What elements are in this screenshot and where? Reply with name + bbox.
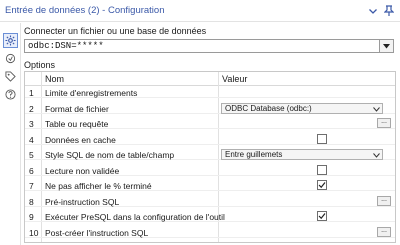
connection-input[interactable]: odbc:DSN=***** bbox=[24, 39, 380, 53]
chevron-down-icon[interactable] bbox=[366, 4, 380, 18]
options-grid: Nom Valeur 1 Limite d'enregistrements 2 For… bbox=[24, 71, 396, 243]
option-checkbox[interactable] bbox=[317, 164, 327, 175]
row-number: 1 bbox=[29, 88, 34, 98]
option-name: Exécuter PreSQL dans la configuration de… bbox=[45, 212, 225, 222]
option-dropdown-value: ODBC Database (odbc:) bbox=[225, 103, 312, 113]
option-name: Ne pas afficher le % terminé bbox=[45, 181, 152, 191]
dropdown-arrow-icon bbox=[383, 43, 390, 48]
table-row[interactable]: 5 Style SQL de nom de table/champ Entre gu… bbox=[25, 149, 395, 160]
option-dropdown-value: Entre guillemets bbox=[225, 150, 283, 159]
checkmark-icon bbox=[318, 182, 326, 189]
window-title: Entrée de données (2) - Configuration bbox=[5, 5, 165, 16]
connection-label: Connecter un fichier ou une base de donn… bbox=[24, 26, 207, 36]
option-name: Lecture non validée bbox=[45, 165, 120, 176]
row-number: 3 bbox=[29, 119, 34, 129]
gear-icon[interactable] bbox=[3, 33, 18, 48]
option-name: Post-créer l'instruction SQL bbox=[45, 227, 149, 238]
row-number: 10 bbox=[29, 227, 39, 238]
table-row[interactable]: 9 Exécuter PreSQL dans la configuration d… bbox=[25, 211, 395, 222]
config-sidebar bbox=[0, 23, 21, 245]
grid-header: Nom Valeur bbox=[25, 72, 395, 86]
option-name: Limite d'enregistrements bbox=[45, 88, 138, 98]
option-name: Pré-instruction SQL bbox=[45, 196, 120, 207]
checkmark-icon bbox=[318, 213, 326, 220]
table-row[interactable]: 4 Données en cache bbox=[25, 133, 395, 145]
option-dropdown[interactable]: ODBC Database (odbc:) bbox=[221, 102, 383, 114]
option-name: Données en cache bbox=[45, 134, 116, 145]
browse-button[interactable]: ... bbox=[377, 195, 391, 206]
row-number: 9 bbox=[29, 212, 34, 222]
option-name: Style SQL de nom de table/champ bbox=[45, 150, 175, 160]
table-row[interactable]: 1 Limite d'enregistrements bbox=[25, 87, 395, 98]
table-row[interactable]: 7 Ne pas afficher le % terminé bbox=[25, 180, 395, 191]
option-checkbox[interactable] bbox=[317, 133, 327, 144]
config-panel: Connecter un fichier ou une base de donn… bbox=[22, 23, 400, 245]
option-checkbox[interactable] bbox=[317, 211, 327, 221]
option-checkbox[interactable] bbox=[317, 180, 327, 190]
option-name: Format de fichier bbox=[45, 103, 109, 114]
table-row[interactable]: 6 Lecture non validée bbox=[25, 164, 395, 176]
pin-icon[interactable] bbox=[382, 4, 396, 18]
title-bar: Entrée de données (2) - Configuration bbox=[0, 0, 400, 22]
browse-button[interactable]: ... bbox=[377, 226, 391, 237]
column-header-value: Valeur bbox=[222, 74, 248, 84]
chevron-down-icon bbox=[373, 105, 380, 114]
browse-button[interactable]: ... bbox=[377, 118, 391, 128]
column-header-name: Nom bbox=[45, 74, 65, 84]
row-number: 8 bbox=[29, 196, 34, 207]
row-number: 6 bbox=[29, 165, 34, 176]
table-row[interactable]: 10 Post-créer l'instruction SQL... bbox=[25, 226, 395, 238]
option-dropdown[interactable]: Entre guillemets bbox=[221, 149, 383, 160]
table-row[interactable]: 3 Table ou requête... bbox=[25, 118, 395, 129]
row-number: 2 bbox=[29, 103, 34, 114]
row-number: 7 bbox=[29, 181, 34, 191]
help-icon[interactable] bbox=[3, 87, 18, 102]
row-number: 5 bbox=[29, 150, 34, 160]
row-number: 4 bbox=[29, 134, 34, 145]
annotation-icon[interactable] bbox=[3, 51, 18, 66]
table-row[interactable]: 8 Pré-instruction SQL... bbox=[25, 195, 395, 207]
options-label: Options bbox=[24, 60, 56, 70]
chevron-down-icon bbox=[373, 151, 380, 160]
option-name: Table ou requête bbox=[45, 119, 109, 129]
tag-icon[interactable] bbox=[3, 69, 18, 84]
connection-dropdown-button[interactable] bbox=[380, 39, 394, 53]
table-row[interactable]: 2 Format de fichier ODBC Database (odbc:) bbox=[25, 102, 395, 114]
